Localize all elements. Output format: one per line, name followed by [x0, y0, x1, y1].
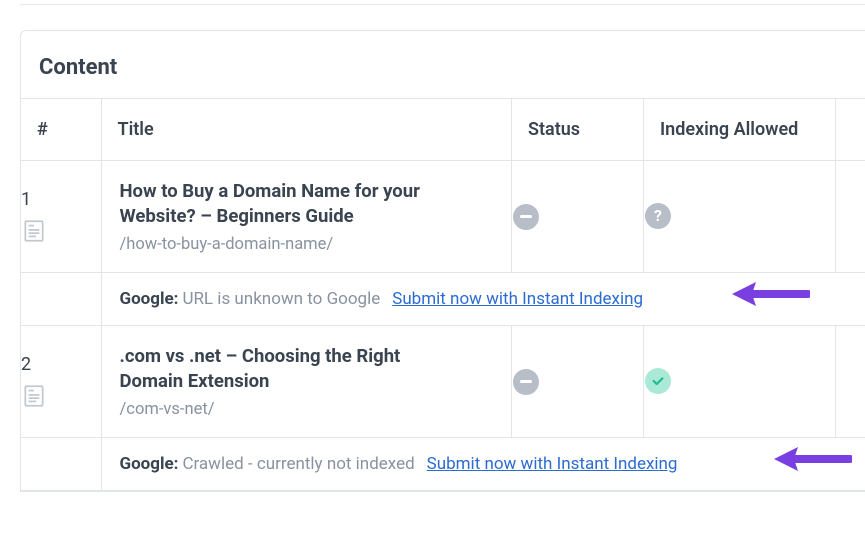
- row-index-cell: 1: [21, 161, 101, 273]
- question-icon: ?: [645, 203, 671, 229]
- row-number: 1: [21, 189, 101, 210]
- divider-top: [20, 4, 865, 5]
- col-status[interactable]: Status: [512, 99, 644, 161]
- tail-cell: [836, 325, 865, 437]
- item-title[interactable]: How to Buy a Domain Name for your Websit…: [120, 179, 460, 229]
- table-row: 1 How to Buy a Domain Name for your Webs…: [21, 161, 865, 273]
- content-panel: Content # Title Status Indexing Allowed …: [20, 30, 865, 492]
- submit-instant-indexing-link[interactable]: Submit now with Instant Indexing: [392, 289, 643, 309]
- meta-cell: Google: URL is unknown to Google Submit …: [101, 272, 865, 325]
- row-number: 2: [21, 354, 101, 375]
- item-slug: /how-to-buy-a-domain-name/: [120, 235, 494, 254]
- col-num[interactable]: #: [21, 99, 101, 161]
- status-minus-icon: [513, 369, 539, 395]
- panel-title: Content: [21, 31, 865, 98]
- title-cell[interactable]: .com vs .net – Choosing the Right Domain…: [101, 325, 512, 437]
- content-table: # Title Status Indexing Allowed 1: [21, 98, 865, 491]
- col-indexing[interactable]: Indexing Allowed: [644, 99, 836, 161]
- col-tail: [836, 99, 865, 161]
- document-icon: [21, 218, 47, 248]
- table-header-row: # Title Status Indexing Allowed: [21, 99, 865, 161]
- item-title[interactable]: .com vs .net – Choosing the Right Domain…: [120, 344, 460, 394]
- status-cell: [512, 325, 644, 437]
- table-row: 2 .com vs .net – Choosing the Right Doma…: [21, 325, 865, 437]
- row-index-cell: 2: [21, 325, 101, 437]
- meta-label: Google:: [120, 454, 179, 474]
- document-icon: [21, 383, 47, 413]
- col-title[interactable]: Title: [101, 99, 512, 161]
- meta-value: Crawled - currently not indexed: [182, 454, 414, 474]
- spacer-cell: [21, 437, 101, 490]
- status-cell: [512, 161, 644, 273]
- table-meta-row: Google: Crawled - currently not indexed …: [21, 437, 865, 490]
- indexing-cell: ?: [644, 161, 836, 273]
- annotation-arrow-icon: [730, 279, 810, 309]
- meta-cell: Google: Crawled - currently not indexed …: [101, 437, 865, 490]
- indexing-cell: [644, 325, 836, 437]
- submit-instant-indexing-link[interactable]: Submit now with Instant Indexing: [427, 454, 678, 474]
- check-icon: [645, 368, 671, 394]
- spacer-cell: [21, 272, 101, 325]
- meta-value: URL is unknown to Google: [182, 289, 380, 309]
- meta-label: Google:: [120, 289, 179, 309]
- annotation-arrow-icon: [772, 444, 852, 474]
- item-slug: /com-vs-net/: [120, 400, 494, 419]
- status-minus-icon: [513, 204, 539, 230]
- tail-cell: [836, 161, 865, 273]
- title-cell[interactable]: How to Buy a Domain Name for your Websit…: [101, 161, 512, 273]
- table-meta-row: Google: URL is unknown to Google Submit …: [21, 272, 865, 325]
